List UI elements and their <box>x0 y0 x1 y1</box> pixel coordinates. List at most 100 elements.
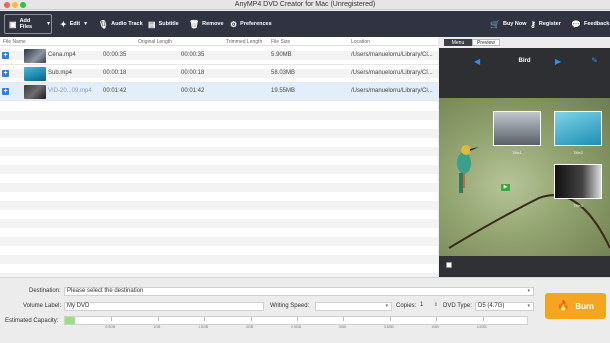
stepper-icon[interactable]: ⇕ <box>434 302 438 309</box>
menu-navigation: ◀ Bird ▶ ✎ <box>439 48 610 98</box>
chevron-down-icon: ▼ <box>83 21 89 27</box>
menu-preview-panel: Menu Preview ◀ Bird ▶ ✎ Title1 Title2 Ti… <box>439 37 610 277</box>
subtitle-button[interactable]: ▤ Subtitle <box>148 14 179 34</box>
audio-track-button[interactable]: 🎙 Audio Track <box>98 14 143 34</box>
chapter-label: Title2 <box>573 150 583 155</box>
column-location[interactable]: Location <box>351 39 370 45</box>
volume-label-value: My DVD <box>67 303 90 309</box>
file-location: /Users/manuelorru/Library/Cl... <box>351 52 433 58</box>
table-row[interactable]: + VID-20...09.mp4 00:01:42 00:01:42 19.5… <box>0 83 438 101</box>
capacity-tick <box>436 317 438 321</box>
file-name: VID-20...09.mp4 <box>48 88 92 94</box>
expand-plus-icon[interactable]: + <box>2 88 9 95</box>
destination-select[interactable]: Please select the destination ▾ <box>64 287 534 296</box>
tab-preview[interactable]: Preview <box>472 39 500 46</box>
capacity-tick <box>250 317 252 321</box>
capacity-tick <box>204 317 206 321</box>
key-icon: ⚷ <box>530 19 536 29</box>
column-file-size[interactable]: File Size <box>271 39 290 45</box>
dvd-type-label: DVD Type: <box>443 303 472 309</box>
capacity-tick <box>389 317 391 321</box>
estimated-capacity-label: Estimated Capacity: <box>5 318 59 324</box>
writing-speed-select[interactable]: ▾ <box>315 302 392 311</box>
expand-plus-icon[interactable]: + <box>2 70 9 77</box>
volume-label-label: Volume Label: <box>23 303 62 309</box>
column-trimmed-length[interactable]: Trimmed Length <box>226 39 262 45</box>
output-settings: Destination: Please select the destinati… <box>0 277 610 343</box>
chapter-label: Title3 <box>573 203 583 208</box>
volume-label-input[interactable]: My DVD <box>64 302 264 311</box>
table-row[interactable]: + Sub.mp4 00:00:18 00:00:18 58.03MB /Use… <box>0 65 438 83</box>
file-size: 19.55MB <box>271 88 296 94</box>
tab-menu[interactable]: Menu <box>444 39 472 46</box>
destination-value: Please select the destination <box>67 288 144 294</box>
chevron-down-icon: ▾ <box>385 303 388 309</box>
chat-bubble-icon: 💬 <box>571 19 581 29</box>
dvd-type-value: D5 (4.7G) <box>478 303 505 309</box>
title-bar: AnyMP4 DVD Creator for Mac (Unregistered… <box>0 0 610 10</box>
capacity-tick <box>343 317 345 321</box>
copies-label: Copies: <box>396 303 417 309</box>
copies-stepper[interactable]: 1 ⇕ <box>418 302 438 311</box>
capacity-tick <box>482 317 484 321</box>
file-size: 5.90MB <box>271 52 292 58</box>
preferences-label: Preferences <box>240 21 272 27</box>
file-list: File Name Original Length Trimmed Length… <box>0 37 438 277</box>
column-original-length[interactable]: Original Length <box>138 39 172 45</box>
buy-now-label: Buy Now <box>502 21 527 27</box>
audio-track-label: Audio Track <box>111 21 143 27</box>
chapter-thumbnail[interactable] <box>554 111 602 146</box>
trimmed-length: 00:00:18 <box>181 70 205 76</box>
chevron-down-icon: ▾ <box>527 288 530 294</box>
no-menu-label: No Menu <box>456 262 481 268</box>
table-row[interactable]: + Cena.mp4 00:00:35 00:00:35 5.90MB /Use… <box>0 47 438 65</box>
next-template-icon[interactable]: ▶ <box>555 57 561 66</box>
capacity-tick <box>157 317 159 321</box>
edit-button[interactable]: ✦ Edit ▼ <box>60 14 88 34</box>
preview-tabs: Menu Preview <box>439 37 610 48</box>
chevron-down-icon: ▾ <box>527 303 530 309</box>
register-button[interactable]: ⚷ Register <box>530 14 561 34</box>
magic-wand-icon: ✦ <box>60 19 67 29</box>
capacity-tick <box>297 317 298 321</box>
subtitle-icon: ▤ <box>148 19 156 29</box>
capacity-bar <box>64 316 528 325</box>
add-file-icon: ▣ <box>9 19 17 29</box>
chapter-thumbnail[interactable] <box>493 111 541 146</box>
burn-label: Burn <box>575 301 595 311</box>
file-list-header: File Name Original Length Trimmed Length… <box>0 37 438 46</box>
register-label: Register <box>538 21 561 27</box>
file-name: Cena.mp4 <box>48 52 76 58</box>
add-files-button[interactable]: ▣ Add Files ▼ <box>4 14 52 34</box>
trash-icon: 🗑 <box>189 19 200 29</box>
chapter-thumbnail[interactable] <box>554 164 602 199</box>
window-title: AnyMP4 DVD Creator for Mac (Unregistered… <box>234 1 376 8</box>
microphone-icon: 🎙 <box>98 19 109 29</box>
add-files-label: Add Files <box>19 18 33 30</box>
preferences-button[interactable]: ⚙ Preferences <box>230 14 272 34</box>
column-file-name[interactable]: File Name <box>3 39 26 45</box>
remove-button[interactable]: 🗑 Remove <box>189 14 224 34</box>
expand-plus-icon[interactable]: + <box>2 52 9 59</box>
play-icon[interactable]: ▶ <box>501 184 510 191</box>
video-thumbnail <box>24 85 46 99</box>
capacity-tick-label: 4.5GB <box>476 325 487 329</box>
file-location: /Users/manuelorru/Library/Cl... <box>351 88 433 94</box>
destination-label: Destination: <box>29 288 61 294</box>
buy-now-button[interactable]: 🛒 Buy Now <box>490 14 527 34</box>
trimmed-length: 00:00:35 <box>181 52 205 58</box>
burn-button[interactable]: 🔥 Burn <box>545 293 606 319</box>
edit-menu-icon[interactable]: ✎ <box>591 56 598 65</box>
dvd-type-select[interactable]: D5 (4.7G) ▾ <box>475 302 534 311</box>
feedback-button[interactable]: 💬 Feedback <box>571 14 609 34</box>
gear-icon: ⚙ <box>230 19 238 29</box>
original-length: 00:01:42 <box>103 88 127 94</box>
capacity-tick-label: 3.5GB <box>383 325 394 329</box>
no-menu-option[interactable]: No Menu <box>446 262 480 268</box>
menu-template-title: Bird <box>518 58 531 64</box>
chevron-down-icon: ▼ <box>46 21 51 27</box>
edit-label: Edit <box>69 21 81 27</box>
chapter-label: Title1 <box>512 150 522 155</box>
capacity-tick-label: 1GB <box>153 325 161 329</box>
no-menu-checkbox[interactable] <box>446 262 452 268</box>
